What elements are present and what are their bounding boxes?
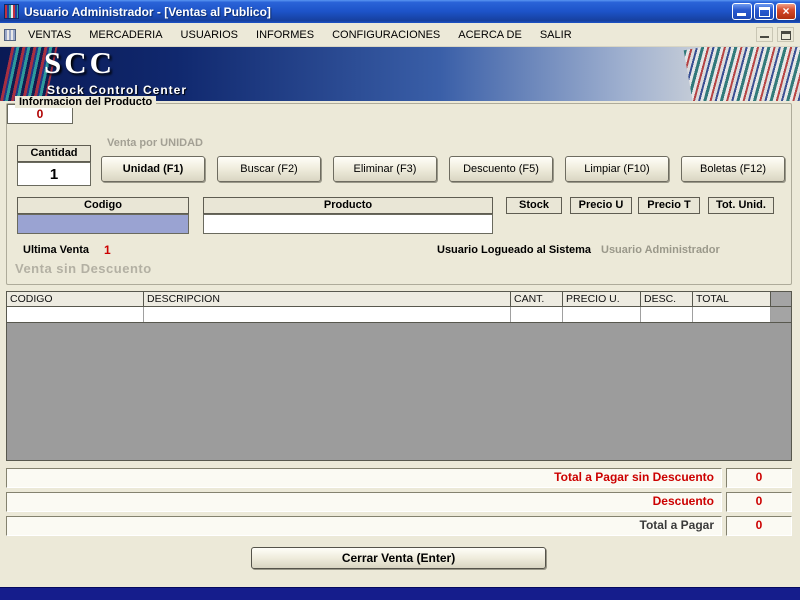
usuario-logueado-value: Usuario Administrador <box>601 244 720 256</box>
stock-header: Stock <box>506 197 562 214</box>
ultima-venta-label: Ultima Venta <box>23 244 90 256</box>
boletas-button[interactable]: Boletas (F12) <box>681 156 785 182</box>
product-info-group: Informacion del Producto Cantidad Venta … <box>6 96 792 285</box>
app-logo-subtitle: Stock Control Center <box>47 83 188 97</box>
cerrar-venta-button[interactable]: Cerrar Venta (Enter) <box>251 547 546 569</box>
codigo-input[interactable] <box>17 214 189 234</box>
mdi-child-icon[interactable] <box>4 28 16 41</box>
maximize-icon[interactable] <box>754 3 774 20</box>
precio-t-header: Precio T <box>638 197 700 214</box>
producto-input[interactable] <box>203 214 493 234</box>
sales-table: CODIGO DESCRIPCION CANT. PRECIO U. DESC.… <box>6 291 792 461</box>
precio-u-header: Precio U <box>570 197 632 214</box>
tot-unid-header: Tot. Unid. <box>708 197 774 214</box>
window-title: Usuario Administrador - [Ventas al Publi… <box>24 4 271 19</box>
cantidad-label: Cantidad <box>17 145 91 162</box>
cantidad-input[interactable] <box>17 162 91 186</box>
venta-sin-descuento-label: Venta sin Descuento <box>15 261 152 276</box>
col-header-precio-u[interactable]: PRECIO U. <box>563 292 641 306</box>
barcode-right-icon <box>683 47 800 101</box>
group-title: Informacion del Producto <box>15 96 157 108</box>
menu-item-acerca-de[interactable]: ACERCA DE <box>449 23 531 47</box>
menu-item-usuarios[interactable]: USUARIOS <box>172 23 247 47</box>
menu-item-salir[interactable]: SALIR <box>531 23 581 47</box>
descuento-value: 0 <box>726 492 792 512</box>
usuario-logueado-label: Usuario Logueado al Sistema <box>437 244 592 256</box>
mdi-minimize-icon[interactable] <box>756 27 773 42</box>
ultima-venta-value: 1 <box>104 243 111 257</box>
menu-bar: VENTAS MERCADERIA USUARIOS INFORMES CONF… <box>0 23 800 47</box>
app-banner: SCC Stock Control Center <box>0 47 800 101</box>
table-right-strip <box>771 292 791 306</box>
descuento-button[interactable]: Descuento (F5) <box>449 156 553 182</box>
table-empty-row <box>7 307 791 323</box>
eliminar-button[interactable]: Eliminar (F3) <box>333 156 437 182</box>
menu-item-mercaderia[interactable]: MERCADERIA <box>80 23 171 47</box>
total-a-pagar-value: 0 <box>726 516 792 536</box>
descuento-label: Descuento <box>6 492 722 512</box>
menu-item-informes[interactable]: INFORMES <box>247 23 323 47</box>
unidad-button[interactable]: Unidad (F1) <box>101 156 205 182</box>
mdi-restore-icon[interactable] <box>777 27 794 42</box>
total-sin-descuento-label: Total a Pagar sin Descuento <box>6 468 722 488</box>
app-icon <box>4 4 19 19</box>
col-header-desc[interactable]: DESC. <box>641 292 693 306</box>
venta-mode-label: Venta por UNIDAD <box>107 137 203 149</box>
col-header-cant[interactable]: CANT. <box>511 292 563 306</box>
total-sin-descuento-value: 0 <box>726 468 792 488</box>
menu-item-configuraciones[interactable]: CONFIGURACIONES <box>323 23 449 47</box>
buscar-button[interactable]: Buscar (F2) <box>217 156 321 182</box>
col-header-codigo[interactable]: CODIGO <box>7 292 144 306</box>
application-window: Usuario Administrador - [Ventas al Publi… <box>0 0 800 600</box>
producto-header: Producto <box>203 197 493 214</box>
title-bar: Usuario Administrador - [Ventas al Publi… <box>0 0 800 23</box>
col-header-descripcion[interactable]: DESCRIPCION <box>144 292 511 306</box>
limpiar-button[interactable]: Limpiar (F10) <box>565 156 669 182</box>
sales-table-header-row: CODIGO DESCRIPCION CANT. PRECIO U. DESC.… <box>7 292 791 307</box>
col-header-total[interactable]: TOTAL <box>693 292 771 306</box>
close-icon[interactable]: × <box>776 3 796 20</box>
minimize-icon[interactable] <box>732 3 752 20</box>
codigo-header: Codigo <box>17 197 189 214</box>
bottom-strip <box>0 587 800 600</box>
total-a-pagar-label: Total a Pagar <box>6 516 722 536</box>
menu-item-ventas[interactable]: VENTAS <box>19 23 80 47</box>
app-logo: SCC <box>44 47 116 80</box>
